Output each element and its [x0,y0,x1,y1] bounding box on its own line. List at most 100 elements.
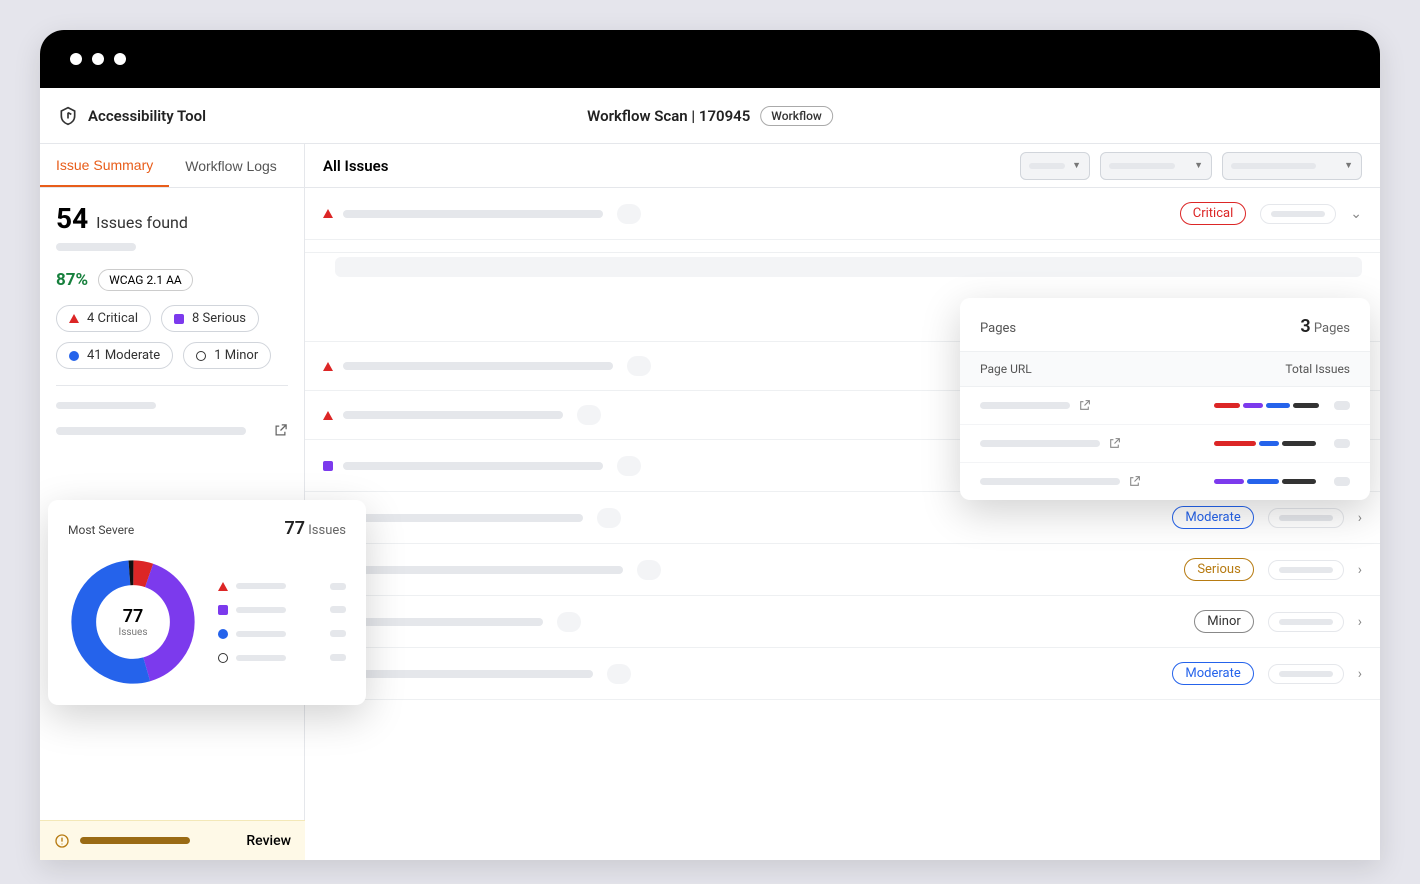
placeholder-count [1334,439,1350,448]
severity-icon [323,209,333,218]
placeholder-title [343,618,543,626]
count-badge [607,664,631,684]
count-badge [627,356,651,376]
severity-icon [323,461,333,471]
placeholder-count [1334,401,1350,410]
issue-row[interactable]: Minor › [305,596,1380,648]
donut-center-count: 77 [118,606,147,627]
placeholder-pill [1268,560,1344,580]
external-link-icon [1108,437,1121,450]
donut-title: Most Severe [68,523,134,537]
severity-badge: Minor [1194,610,1254,633]
issue-subtitle [305,240,1380,252]
placeholder-line [56,427,246,435]
legend-row [218,605,346,615]
filter-dropdown-3[interactable]: ▼ [1222,152,1362,180]
severity-bar [1247,479,1279,484]
window-control-close[interactable] [70,53,82,65]
severity-icon [323,411,333,420]
occurrence-row[interactable] [335,257,1362,277]
placeholder-count [330,630,346,637]
filter-bar: ▼ ▼ ▼ [1020,152,1362,180]
severity-bar [1259,441,1279,446]
window-control-max[interactable] [114,53,126,65]
legend-row [218,582,346,591]
count-badge [597,508,621,528]
divider [56,385,288,386]
placeholder-title [343,462,603,470]
placeholder-title [343,566,623,574]
main-panel: All Issues ▼ ▼ ▼ Critical ⌄ Serious [305,144,1380,860]
severity-badge: Serious [1184,558,1253,581]
review-label: Review [246,833,291,849]
placeholder-line [236,607,286,613]
placeholder-url [980,402,1070,409]
severity-icon [69,351,79,361]
donut-chart: 77 Issues [68,557,198,687]
chip-label: 1 Minor [214,348,258,363]
severity-chips: 4 Critical 8 Serious 41 Moderate 1 Minor [56,305,288,369]
placeholder-line [56,243,136,251]
wcag-standard-badge: WCAG 2.1 AA [98,269,193,291]
pages-row[interactable] [960,425,1370,463]
severity-chip[interactable]: 8 Serious [161,305,259,332]
placeholder-count [330,583,346,590]
issue-distribution-bars [1214,479,1324,484]
filter-dropdown-2[interactable]: ▼ [1100,152,1212,180]
severity-bar [1282,441,1316,446]
severity-icon [323,362,333,371]
app-logo-icon [58,106,78,126]
issues-count-row: 54 Issues found [56,202,288,235]
chevron-right-icon: ⌄ [1350,206,1362,222]
external-link-icon [273,423,288,438]
severity-chip[interactable]: 4 Critical [56,305,151,332]
occurrence-row[interactable] [335,277,1362,297]
severity-chip[interactable]: 1 Minor [183,342,271,369]
count-badge [577,405,601,425]
placeholder-line [236,583,286,589]
issue-row[interactable]: Serious › [305,544,1380,596]
issue-row[interactable]: Moderate › [305,648,1380,700]
donut-center-label: Issues [118,627,147,638]
sidebar-tabs: Issue Summary Workflow Logs [40,144,304,188]
page-title: Workflow Scan | 170945 Workflow [587,106,833,126]
issue-row[interactable]: Critical ⌄ [305,188,1380,240]
pages-row[interactable] [960,463,1370,500]
count-badge [637,560,661,580]
issue-distribution-bars [1214,403,1324,408]
sidebar-content: 54 Issues found 87% WCAG 2.1 AA 4 Critic… [40,188,304,438]
placeholder-pill [1260,204,1336,224]
severity-badge: Moderate [1172,506,1253,529]
pages-row[interactable] [960,387,1370,425]
chip-label: 8 Serious [192,311,246,326]
severity-bar [1282,479,1316,484]
app-window: Accessibility Tool Workflow Scan | 17094… [40,30,1380,860]
placeholder-title [343,670,593,678]
chevron-right-icon: › [1358,510,1362,526]
pages-label: Pages [1314,321,1350,336]
review-bar[interactable]: Review [40,820,305,860]
external-link-row[interactable] [56,423,288,438]
placeholder-title [343,362,613,370]
window-titlebar [40,30,1380,88]
donut-total-label: Issues [308,523,346,538]
chip-label: 41 Moderate [87,348,160,363]
pages-count: 3 [1300,316,1310,337]
tab-workflow-logs[interactable]: Workflow Logs [169,144,293,187]
placeholder-count [1334,477,1350,486]
tab-issue-summary[interactable]: Issue Summary [40,144,169,187]
window-control-min[interactable] [92,53,104,65]
severity-chip[interactable]: 41 Moderate [56,342,173,369]
placeholder-line [236,655,286,661]
legend-icon [218,582,228,591]
placeholder-line [80,837,190,844]
severity-bar [1266,403,1290,408]
severity-icon [196,351,206,361]
filter-dropdown-1[interactable]: ▼ [1020,152,1090,180]
placeholder-count [330,606,346,613]
legend-row [218,653,346,663]
external-link-icon [1128,475,1141,488]
workflow-badge: Workflow [760,106,833,126]
issue-distribution-bars [1214,441,1324,446]
placeholder-pill [1268,664,1344,684]
